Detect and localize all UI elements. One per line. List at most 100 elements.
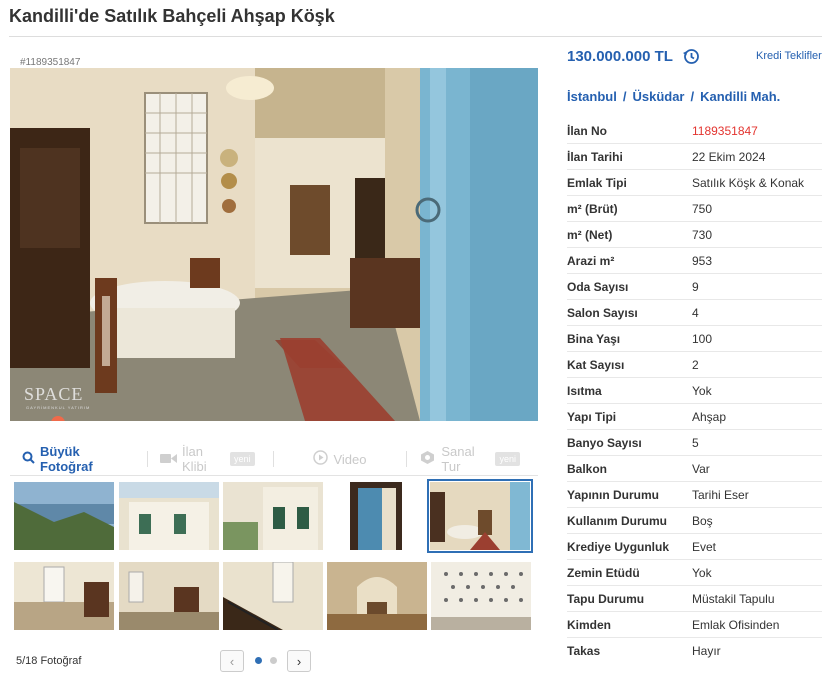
info-label: Kullanım Durumu (567, 513, 668, 528)
info-row: Oda Sayısı 9 (567, 274, 822, 300)
info-label: Yapının Durumu (567, 487, 660, 502)
info-row: Yapı Tipi Ahşap (567, 404, 822, 430)
info-row: İlan Tarihi 22 Ekim 2024 (567, 144, 822, 170)
info-row: Kimden Emlak Ofisinden (567, 612, 822, 638)
tab-big-photo[interactable]: Büyük Fotoğraf (22, 444, 129, 474)
info-value: Tarihi Eser (692, 487, 749, 502)
info-label: Arazi m² (567, 253, 615, 268)
thumbnail[interactable] (350, 482, 402, 550)
tab-video-clip-label: İlan Klibi (182, 444, 207, 474)
listing-title: Kandilli'de Satılık Bahçeli Ahşap Köşk (9, 6, 335, 26)
info-value: 4 (692, 305, 699, 320)
prev-page-button[interactable]: ‹ (220, 650, 244, 672)
thumbnail[interactable] (223, 482, 323, 550)
info-row: Salon Sayısı 4 (567, 300, 822, 326)
info-row: Emlak Tipi Satılık Köşk & Konak (567, 170, 822, 196)
info-value: Satılık Köşk & Konak (692, 175, 805, 190)
info-row: Bina Yaşı 100 (567, 326, 822, 352)
info-label: İlan No (567, 123, 608, 138)
chevron-right-icon: › (296, 653, 302, 669)
info-row: Takas Hayır (567, 638, 822, 664)
info-value: Yok (692, 565, 712, 580)
credit-offers-link[interactable]: Kredi Teklifleri (756, 50, 822, 62)
info-value: 22 Ekim 2024 (692, 149, 766, 164)
info-row: Zemin Etüdü Yok (567, 560, 822, 586)
tab-separator (272, 451, 274, 467)
next-page-button[interactable]: › (287, 650, 311, 672)
thumbnail-selected[interactable] (427, 479, 533, 553)
info-value: 953 (692, 253, 713, 268)
info-label: Tapu Durumu (567, 591, 645, 606)
tab-video-clip[interactable]: İlan Klibi yeni (160, 444, 255, 474)
info-row: Tapu Durumu Müstakil Tapulu (567, 586, 822, 612)
play-icon (313, 450, 329, 468)
info-value: Evet (692, 539, 717, 554)
chevron-left-icon: ‹ (229, 653, 235, 669)
info-row: m² (Brüt) 750 (567, 196, 822, 222)
info-row: İlan No 1189351847 (567, 118, 822, 144)
info-value: Hayır (692, 644, 721, 658)
search-icon (22, 451, 35, 467)
info-value: Yok (692, 383, 712, 398)
thumbnail[interactable] (14, 562, 114, 630)
tab-video[interactable]: Video (313, 450, 366, 468)
listing-id-tag: #1189351847 (20, 57, 81, 68)
title-divider (9, 36, 822, 37)
breadcrumb-separator: / (690, 89, 695, 104)
breadcrumb-neighborhood[interactable]: Kandilli Mah. (700, 89, 780, 104)
info-label: Kat Sayısı (567, 357, 625, 372)
virtual-tour-icon (419, 450, 436, 468)
photo-counter: 5/18 Fotoğraf (16, 655, 82, 667)
info-value: Var (692, 461, 710, 476)
main-photo-image (10, 68, 538, 421)
info-label: Takas (567, 644, 601, 658)
agency-logo-sub: GAYRİMENKUL YATIRIM (26, 405, 91, 410)
info-value: 5 (692, 435, 699, 450)
info-value: 2 (692, 357, 699, 372)
info-row: Banyo Sayısı 5 (567, 430, 822, 456)
tab-virtual-tour[interactable]: Sanal Tur yeni (419, 444, 520, 474)
info-label: m² (Net) (567, 227, 613, 242)
info-label: Krediye Uygunluk (567, 539, 670, 554)
info-label: Salon Sayısı (567, 305, 638, 320)
thumbnail[interactable] (119, 562, 219, 630)
info-row: Krediye Uygunluk Evet (567, 534, 822, 560)
info-value: 730 (692, 227, 713, 242)
breadcrumb-district[interactable]: Üsküdar (632, 89, 684, 104)
info-label: m² (Brüt) (567, 201, 618, 216)
media-tabs: Büyük Fotoğraf İlan Klibi yeni Video San… (10, 443, 538, 476)
tab-big-photo-label: Büyük Fotoğraf (40, 444, 93, 474)
pager-dot-active[interactable] (255, 657, 262, 664)
info-value: 100 (692, 331, 713, 346)
thumbnail[interactable] (431, 562, 531, 630)
pager-dot[interactable] (270, 657, 277, 664)
thumbnail[interactable] (223, 562, 323, 630)
info-value: 9 (692, 279, 699, 294)
info-label: Balkon (567, 461, 608, 476)
new-badge: yeni (495, 452, 520, 466)
info-label: Banyo Sayısı (567, 435, 642, 450)
main-photo[interactable]: SPACE GAYRİMENKUL YATIRIM (10, 68, 538, 421)
location-breadcrumb: İstanbul / Üsküdar / Kandilli Mah. (567, 89, 780, 104)
info-label: Emlak Tipi (567, 175, 627, 190)
price-history-icon[interactable] (683, 48, 700, 70)
info-value: Ahşap (692, 409, 727, 424)
video-camera-icon (160, 452, 178, 467)
thumbnail[interactable] (327, 562, 427, 630)
info-row: Arazi m² 953 (567, 248, 822, 274)
tab-video-label: Video (333, 451, 367, 467)
info-label: İlan Tarihi (567, 149, 623, 164)
breadcrumb-city[interactable]: İstanbul (567, 89, 617, 104)
new-badge: yeni (229, 452, 255, 466)
info-label: Zemin Etüdü (567, 565, 640, 580)
tab-separator (147, 451, 149, 467)
info-value: 1189351847 (692, 123, 758, 138)
info-label: Isıtma (567, 383, 602, 398)
thumbnail[interactable] (14, 482, 114, 550)
info-row: Balkon Var (567, 456, 822, 482)
breadcrumb-separator: / (622, 89, 627, 104)
thumbnail[interactable] (119, 482, 219, 550)
tab-virtual-tour-label: Sanal Tur (441, 444, 475, 474)
price: 130.000.000 TL (567, 48, 673, 65)
info-row: Yapının Durumu Tarihi Eser (567, 482, 822, 508)
